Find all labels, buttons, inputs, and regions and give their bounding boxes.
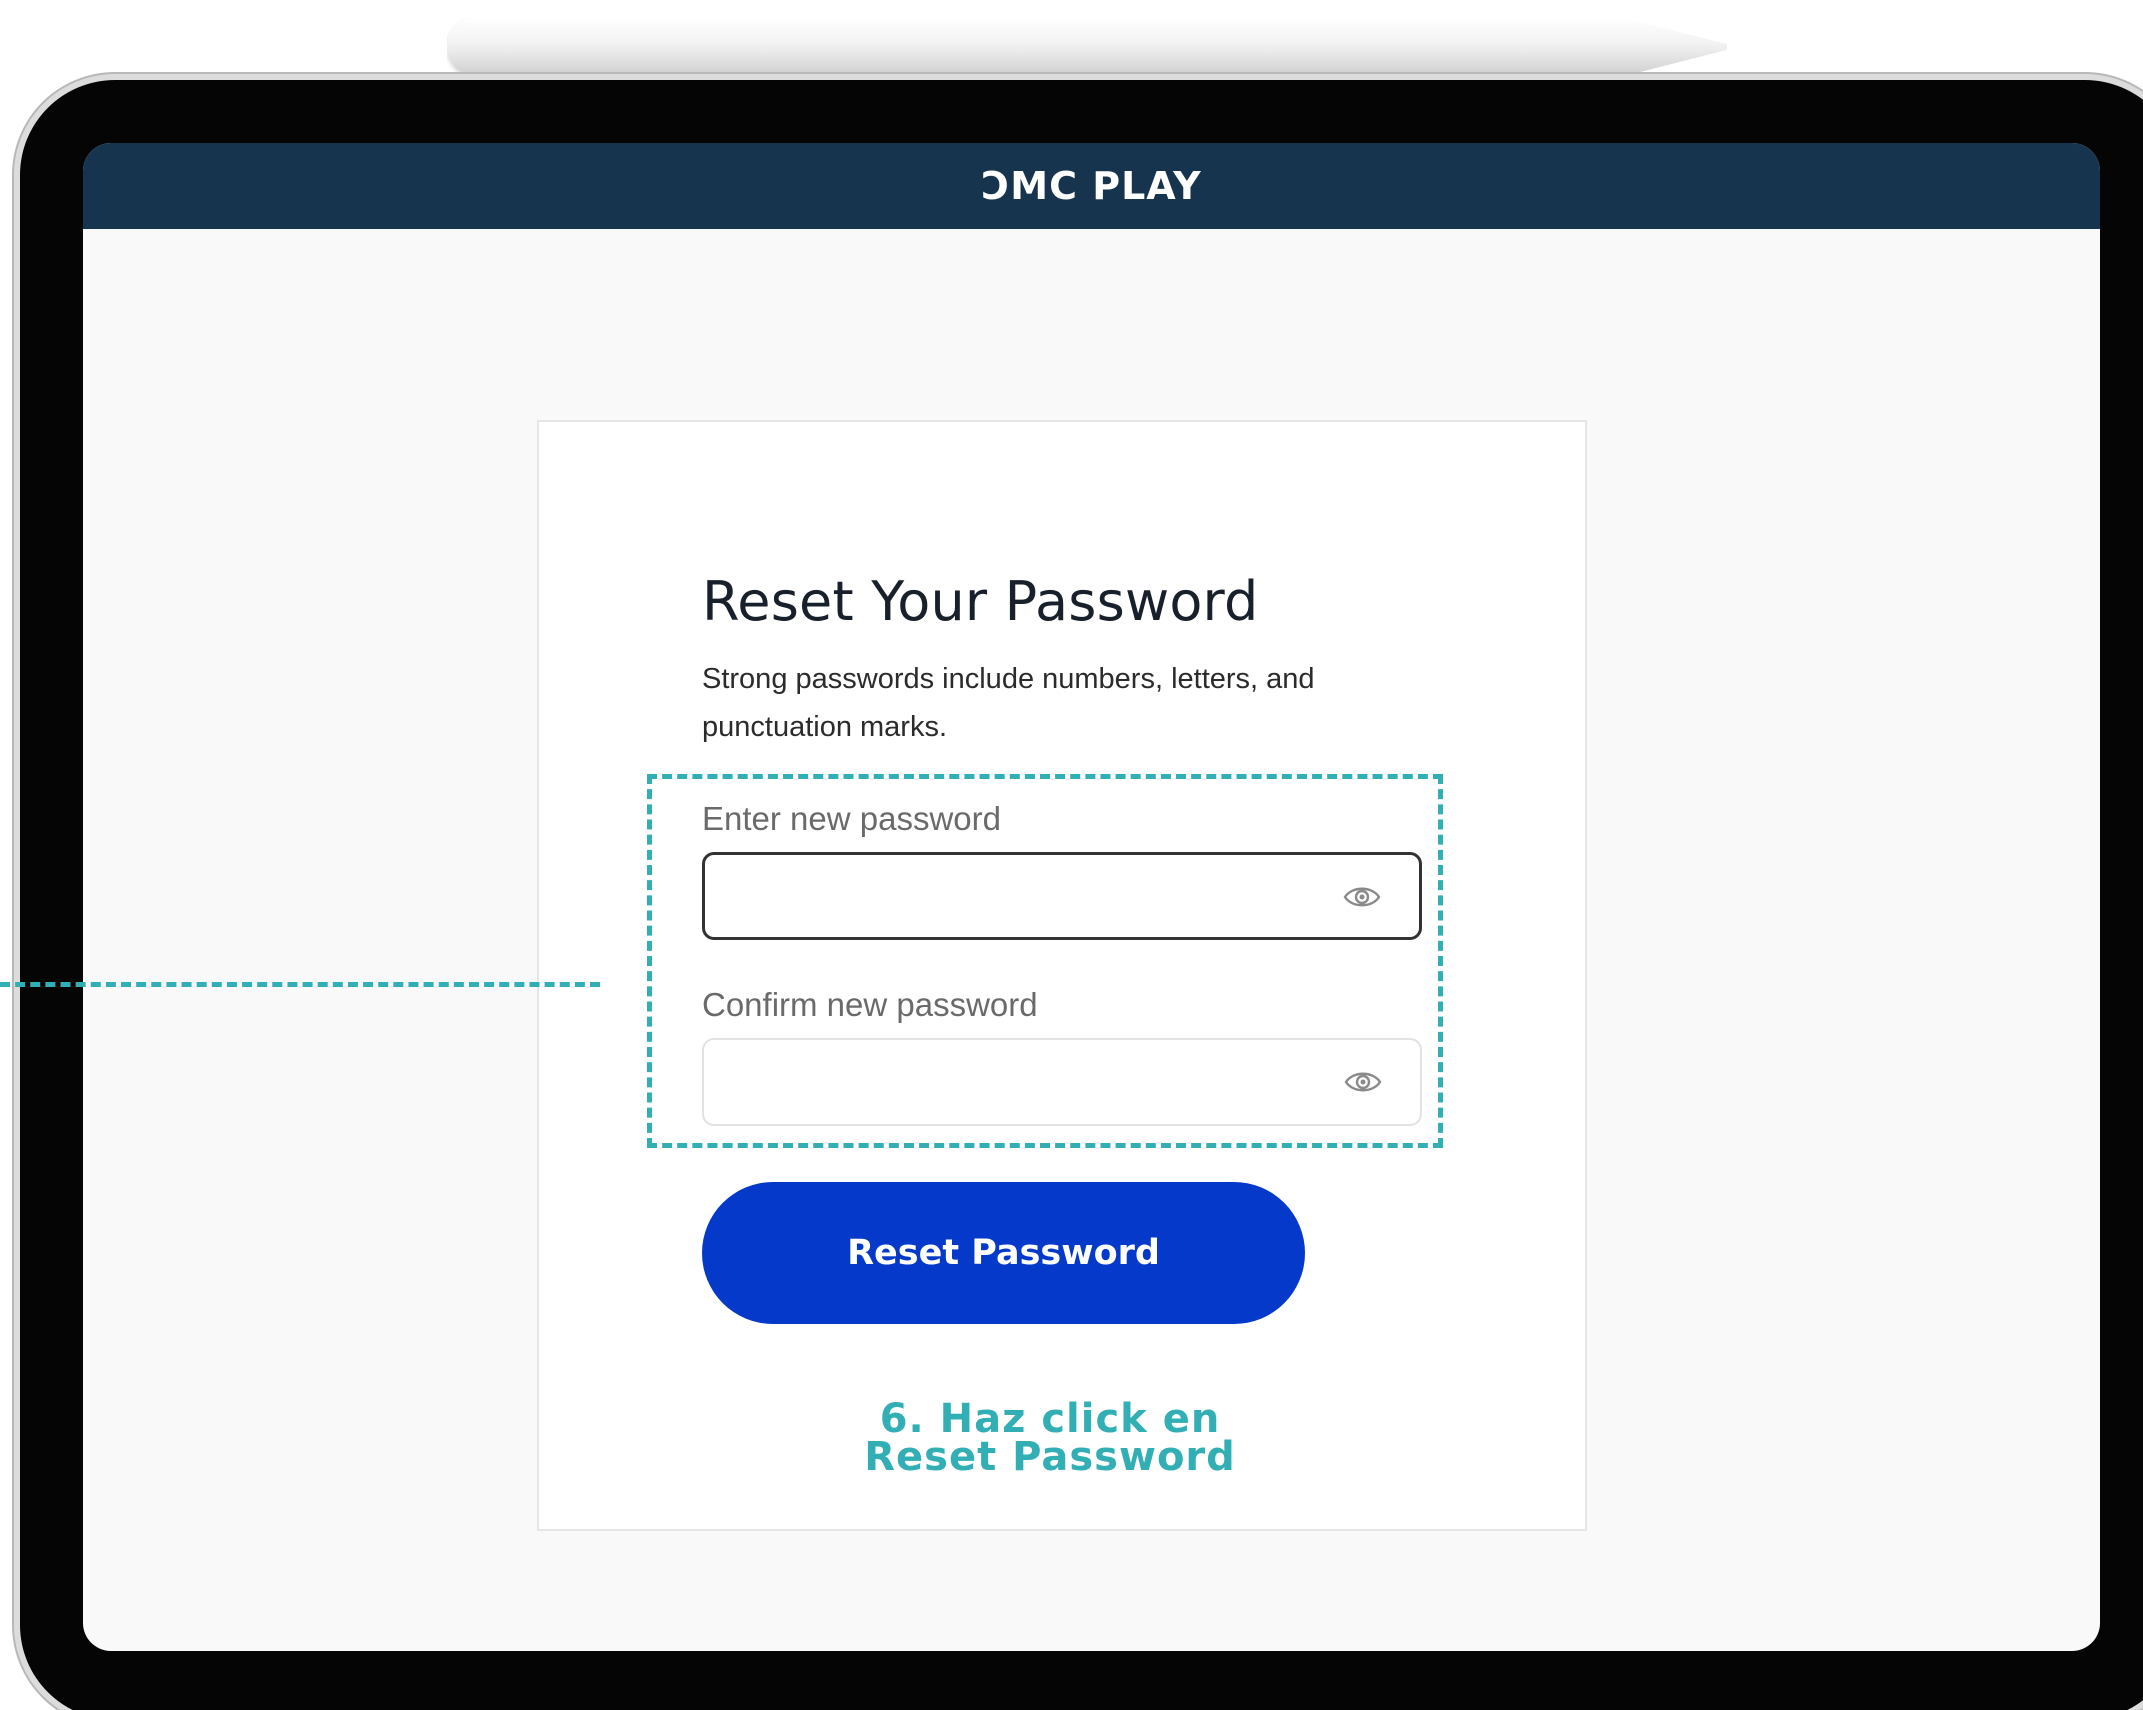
eye-icon[interactable] <box>1343 882 1381 912</box>
confirm-password-field[interactable] <box>702 1038 1422 1126</box>
reset-password-button[interactable]: Reset Password <box>702 1182 1305 1324</box>
instruction-line-1: 6. Haz click en <box>879 1396 1221 1442</box>
reset-password-card: Reset Your Password Strong passwords inc… <box>537 420 1587 1531</box>
brand-logo[interactable]: ƆMC PLAY <box>981 164 1201 208</box>
password-hint: Strong passwords include numbers, letter… <box>702 663 1315 743</box>
confirm-password-input[interactable] <box>722 1054 1306 1112</box>
instruction-line-2: Reset Password <box>864 1434 1236 1480</box>
stylus-graphic <box>447 18 1727 76</box>
step-instruction: 6. Haz click en Reset Password <box>840 1396 1260 1480</box>
new-password-field[interactable] <box>702 852 1422 940</box>
new-password-input[interactable] <box>723 869 1307 927</box>
confirm-password-label: Confirm new password <box>702 986 1038 1023</box>
new-password-label: Enter new password <box>702 800 1001 837</box>
eye-icon[interactable] <box>1344 1067 1382 1097</box>
page-title: Reset Your Password <box>702 570 1259 633</box>
top-bar: ƆMC PLAY <box>83 143 2100 229</box>
tablet-mockup: ƆMC PLAY Reset Your Password Strong pass… <box>0 0 2143 1710</box>
